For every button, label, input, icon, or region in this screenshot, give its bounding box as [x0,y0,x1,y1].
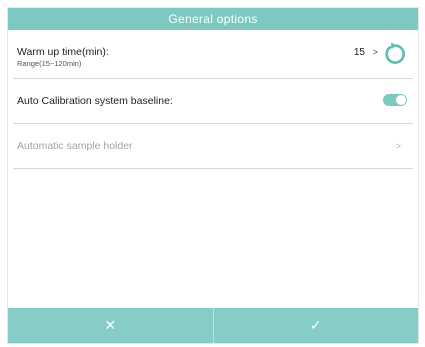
chevron-right-icon: > [372,47,378,57]
sample-holder-row[interactable]: Automatic sample holder > [13,124,413,169]
refresh-icon[interactable] [381,41,407,67]
close-icon: ✕ [104,317,117,333]
warm-up-time-value[interactable]: 15 [354,47,365,58]
auto-calibration-row: Auto Calibration system baseline: [13,79,413,124]
toggle-knob [396,95,406,105]
cancel-button[interactable]: ✕ [8,308,213,343]
dialog-title: General options [8,8,418,30]
warm-up-time-row[interactable]: Warm up time(min): Range(15~120min) 15 > [13,36,413,79]
dialog-footer: ✕ ✓ [8,308,418,343]
warm-up-time-label: Warm up time(min): [17,46,109,58]
confirm-button[interactable]: ✓ [212,308,419,343]
general-options-dialog: General options Warm up time(min): Range… [7,7,419,344]
check-icon: ✓ [309,317,322,333]
sample-holder-label: Automatic sample holder [17,140,133,152]
auto-calibration-toggle[interactable] [383,94,407,106]
warm-up-range-hint: Range(15~120min) [17,59,82,68]
chevron-right-icon: > [395,141,401,151]
auto-calibration-label: Auto Calibration system baseline: [17,95,173,107]
